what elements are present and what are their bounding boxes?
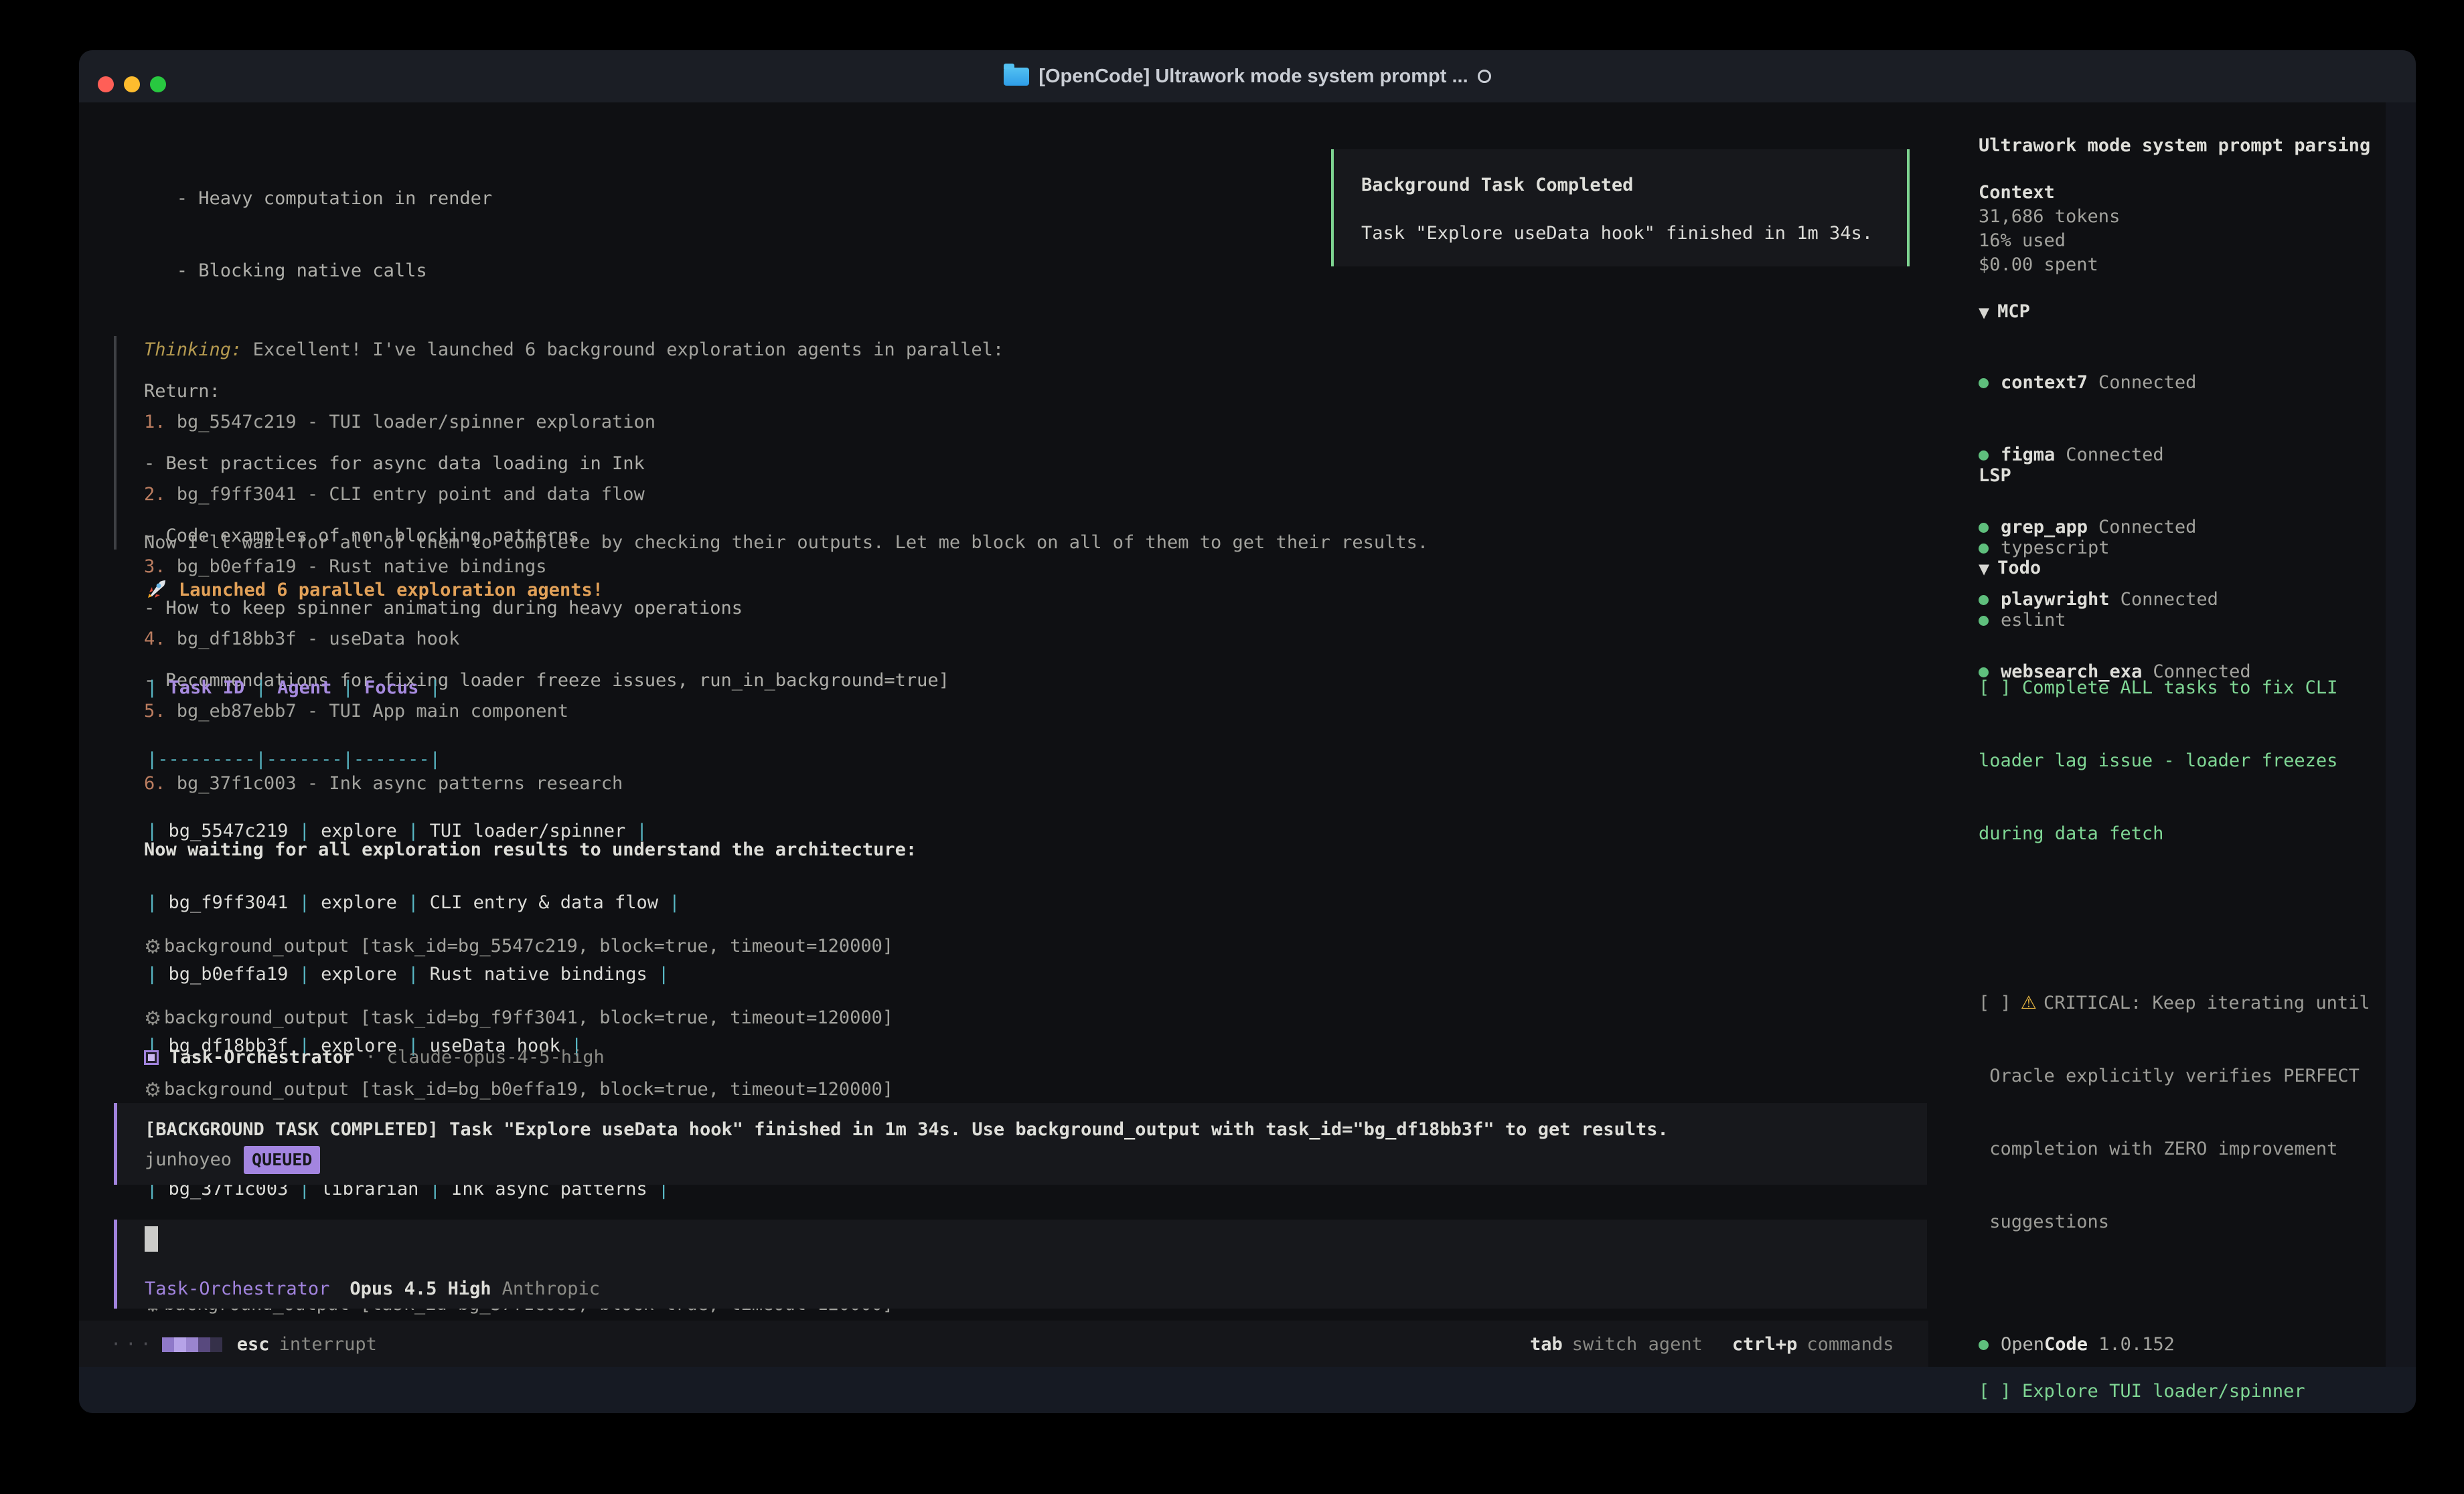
status-left: ··· esc interrupt	[110, 1333, 377, 1357]
tab-key-label: switch agent	[1572, 1333, 1703, 1357]
status-dot-icon	[1979, 450, 1989, 461]
thinking-item: 3. bg_b0effa19 - Rust native bindings	[144, 555, 656, 579]
tool-call: ⚙background_output [task_id=bg_b0effa19,…	[144, 1078, 893, 1101]
terminal-window: [OpenCode] Ultrawork mode system prompt …	[79, 50, 2416, 1413]
warning-icon: ⚠	[2021, 993, 2037, 1013]
completed-message: [BACKGROUND TASK COMPLETED] Task "Explor…	[145, 1118, 1669, 1142]
launch-banner-text: Launched 6 parallel exploration agents!	[179, 580, 603, 600]
ctrlp-key-hint: ctrl+p	[1732, 1333, 1798, 1357]
esc-key-label: interrupt	[279, 1333, 377, 1357]
tab-key-hint: tab	[1530, 1333, 1563, 1357]
context-spent: $0.00 spent	[1979, 253, 2098, 277]
loading-circle-icon	[1478, 70, 1491, 83]
gear-icon: ⚙	[144, 934, 161, 959]
transcript-line: - Blocking native calls	[144, 259, 949, 283]
rocket-icon	[144, 578, 168, 602]
app-version-footer: OpenCode 1.0.152	[1979, 1333, 2175, 1357]
agent-name: Task-Orchestrator	[169, 1046, 354, 1070]
window-title: [OpenCode] Ultrawork mode system prompt …	[1038, 66, 1468, 88]
thinking-intro: Thinking: Excellent! I've launched 6 bac…	[144, 338, 1004, 362]
spinner-dots: ···	[110, 1333, 155, 1357]
gear-icon: ⚙	[144, 1006, 161, 1030]
gear-icon: ⚙	[144, 1078, 161, 1102]
notification-body: Task "Explore useData hook" finished in …	[1361, 222, 1873, 246]
chevron-down-icon: ▼	[1979, 561, 1989, 577]
titlebar: [OpenCode] Ultrawork mode system prompt …	[79, 50, 2416, 102]
table-header: |Task ID|Agent|Focus|	[147, 676, 680, 699]
input-agent-name[interactable]: Task-Orchestrator	[145, 1277, 329, 1301]
mcp-section-header[interactable]: ▼MCP	[1979, 300, 2030, 325]
thinking-footer: Now I'll wait for all of them to complet…	[144, 531, 1428, 555]
agent-square-icon	[144, 1050, 159, 1065]
status-dot-icon	[1979, 1340, 1989, 1350]
notification-title: Background Task Completed	[1361, 173, 1633, 197]
todo-item: [ ] Complete ALL tasks to fix CLI loader…	[1979, 628, 2407, 895]
notification-toast[interactable]: Background Task Completed Task "Explore …	[1331, 149, 1910, 266]
ctrlp-key-label: commands	[1806, 1333, 1894, 1357]
sidebar-title: Ultrawork mode system prompt parsing	[1979, 134, 2370, 158]
queued-user: junhoyeo	[145, 1148, 232, 1172]
esc-key-hint: esc	[237, 1333, 270, 1357]
folder-icon	[1004, 68, 1029, 86]
status-dot-icon	[1979, 378, 1989, 388]
tool-call: ⚙background_output [task_id=bg_f9ff3041,…	[144, 1006, 893, 1029]
thinking-item: 1. bg_5547c219 - TUI loader/spinner expl…	[144, 410, 656, 434]
status-right: tab switch agent ctrl+p commands	[1530, 1333, 1894, 1357]
todo-item: [ ]⚠CRITICAL: Keep iterating until Oracl…	[1979, 943, 2407, 1283]
prompt-input[interactable]: Task-Orchestrator Opus 4.5 High Anthropi…	[114, 1220, 1927, 1309]
spinner-blocks-icon	[162, 1337, 222, 1352]
status-dot-icon	[1979, 544, 1989, 554]
app-version: 1.0.152	[2098, 1333, 2175, 1357]
thinking-label: Thinking:	[144, 339, 242, 360]
waiting-line: Now waiting for all exploration results …	[144, 838, 917, 862]
context-tokens: 31,686 tokens	[1979, 205, 2120, 229]
queued-badge: QUEUED	[244, 1146, 320, 1174]
context-used: 16% used	[1979, 229, 2066, 253]
thinking-block-border	[114, 336, 117, 550]
input-provider: Anthropic	[502, 1277, 600, 1301]
tool-call: ⚙background_output [task_id=bg_5547c219,…	[144, 934, 893, 958]
context-heading: Context	[1979, 181, 2055, 205]
todo-list: [ ] Complete ALL tasks to fix CLI loader…	[1979, 580, 2407, 1413]
todo-section-header[interactable]: ▼Todo	[1979, 556, 2041, 581]
chevron-down-icon: ▼	[1979, 305, 1989, 321]
transcript-line: - Heavy computation in render	[144, 187, 949, 211]
agent-model: claude-opus-4-5-high	[387, 1046, 605, 1070]
input-model: Opus 4.5 High	[350, 1277, 491, 1301]
agent-line: Task-Orchestrator · claude-opus-4-5-high	[144, 1046, 605, 1070]
table-separator: |---------|-------|-------|	[147, 748, 680, 771]
mcp-item: figmaConnected	[1979, 443, 2251, 467]
launch-banner: Launched 6 parallel exploration agents!	[144, 578, 603, 602]
thinking-item: 2. bg_f9ff3041 - CLI entry point and dat…	[144, 483, 656, 507]
mcp-item: context7Connected	[1979, 371, 2251, 395]
background-completed-panel: [BACKGROUND TASK COMPLETED] Task "Explor…	[114, 1103, 1927, 1185]
lsp-heading: LSP	[1979, 464, 2011, 488]
text-cursor	[145, 1226, 158, 1252]
